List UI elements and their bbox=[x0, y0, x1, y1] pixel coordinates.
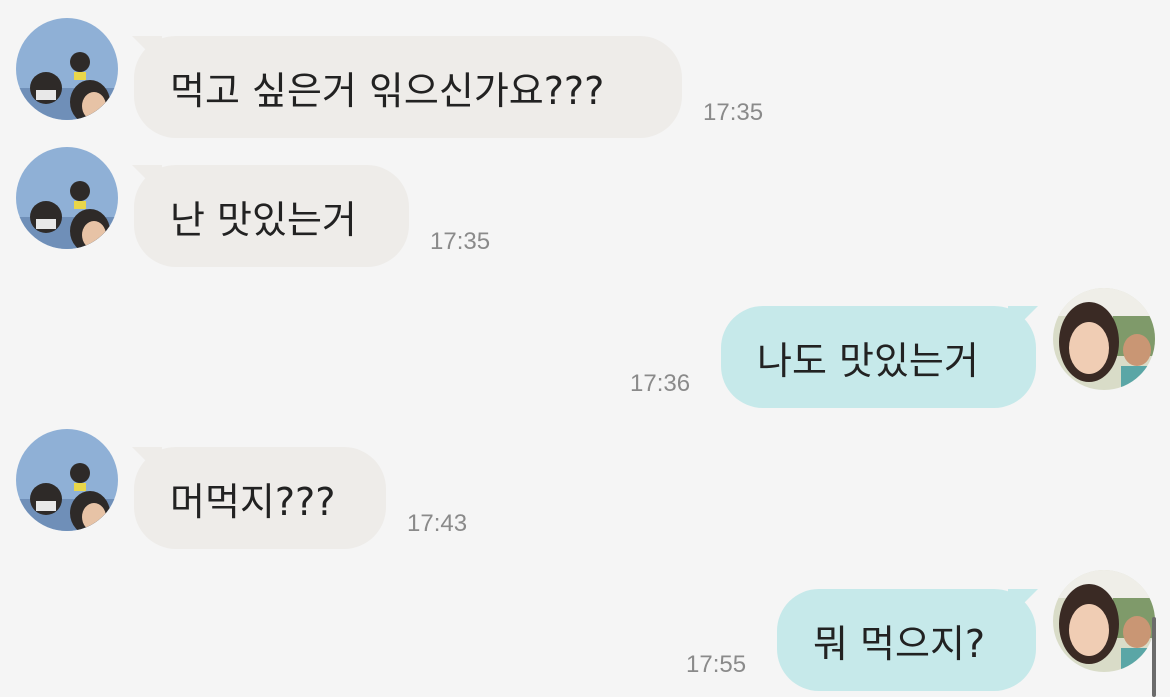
bubble-tail bbox=[1008, 589, 1038, 619]
message-timestamp: 17:43 bbox=[407, 510, 468, 537]
message-text: 뭐 먹으지? bbox=[813, 621, 986, 666]
message-bubble-outgoing[interactable]: 뭐 먹으지? bbox=[777, 589, 1038, 691]
bubble-tail bbox=[132, 36, 162, 66]
message-text: 나도 맛있는거 bbox=[757, 338, 979, 383]
message-text: 먹고 싶은거 읶으신가요??? bbox=[170, 68, 605, 113]
bubble-tail bbox=[1008, 306, 1038, 336]
sender-avatar[interactable] bbox=[16, 429, 118, 531]
message-bubble-incoming[interactable]: 머먹지??? bbox=[132, 447, 386, 549]
bubble-tail bbox=[132, 165, 162, 195]
message-bubble-incoming[interactable]: 난 맛있는거 bbox=[132, 165, 409, 267]
sender-avatar[interactable] bbox=[16, 18, 118, 120]
scrollbar[interactable] bbox=[1152, 617, 1156, 697]
self-avatar[interactable] bbox=[1053, 288, 1155, 390]
message-timestamp: 17:35 bbox=[430, 228, 491, 255]
message-bubble-incoming[interactable]: 먹고 싶은거 읶으신가요??? bbox=[132, 36, 682, 138]
message-bubble-outgoing[interactable]: 나도 맛있는거 bbox=[721, 306, 1038, 408]
chat-thread[interactable]: 먹고 싶은거 읶으신가요??? 17:35 난 맛있는거 17:35 17:36… bbox=[0, 0, 1170, 697]
message-timestamp: 17:55 bbox=[686, 651, 747, 678]
message-text: 머먹지??? bbox=[170, 479, 336, 524]
bubble-tail bbox=[132, 447, 162, 477]
message-timestamp: 17:36 bbox=[630, 370, 691, 397]
self-avatar[interactable] bbox=[1053, 570, 1155, 672]
message-text: 난 맛있는거 bbox=[170, 197, 357, 242]
message-timestamp: 17:35 bbox=[703, 99, 764, 126]
sender-avatar[interactable] bbox=[16, 147, 118, 249]
